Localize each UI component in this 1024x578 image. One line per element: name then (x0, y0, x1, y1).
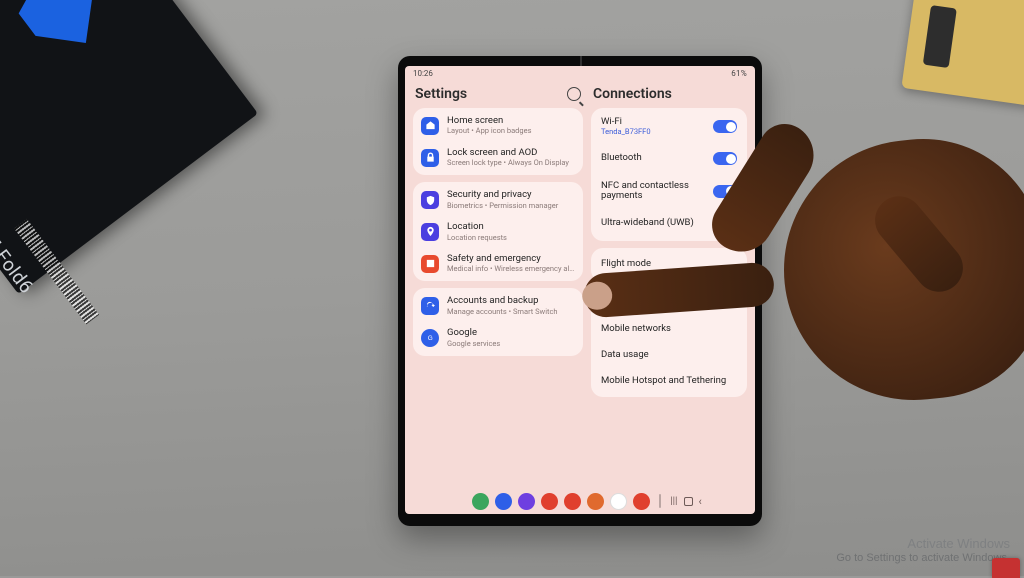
location-pin-icon (421, 223, 439, 241)
connections-list-group: SIM manager Mobile networks Data usage M… (591, 289, 747, 397)
connections-pane: Connections Wi-Fi Tenda_B73FF0 Bluetooth (587, 80, 755, 490)
connections-toggle-group: Wi-Fi Tenda_B73FF0 Bluetooth NFC and con… (591, 108, 747, 241)
dock: ||| ‹ (405, 490, 755, 514)
settings-item-home-screen[interactable]: Home screen Layout • App icon badges (413, 110, 583, 142)
search-icon[interactable] (567, 87, 581, 101)
connections-item-wifi[interactable]: Wi-Fi Tenda_B73FF0 (591, 110, 747, 144)
taskbar-tray-icon (992, 558, 1020, 578)
device-screen: 10:26 61% Settings Home screen Layout • (405, 66, 755, 514)
dock-app-6[interactable] (587, 493, 604, 510)
settings-group-1: Security and privacy Biometrics • Permis… (413, 182, 583, 281)
settings-item-lock-screen[interactable]: Lock screen and AOD Screen lock type • A… (413, 142, 583, 174)
connections-flight-group: Flight mode (591, 248, 747, 282)
dock-app-play[interactable] (610, 493, 627, 510)
wifi-toggle[interactable] (713, 120, 737, 133)
connections-title: Connections (593, 86, 672, 102)
settings-item-accounts[interactable]: Accounts and backup Manage accounts • Sm… (413, 290, 583, 322)
settings-item-location[interactable]: Location Location requests (413, 216, 583, 248)
svg-text:G: G (427, 335, 432, 342)
nav-recents-icon[interactable]: ||| (670, 496, 677, 507)
bluetooth-toggle[interactable] (713, 152, 737, 165)
foldable-device: 10:26 61% Settings Home screen Layout • (398, 56, 762, 526)
nfc-toggle[interactable] (713, 185, 737, 198)
connections-item-hotspot[interactable]: Mobile Hotspot and Tethering (591, 369, 747, 395)
settings-group-0: Home screen Layout • App icon badges Loc… (413, 108, 583, 175)
settings-pane: Settings Home screen Layout • App icon b… (405, 80, 587, 490)
dock-app-messages[interactable] (495, 493, 512, 510)
status-bar: 10:26 61% (405, 66, 755, 80)
connections-item-sim[interactable]: SIM manager (591, 291, 747, 317)
connections-item-data-usage[interactable]: Data usage (591, 343, 747, 369)
lock-icon (421, 149, 439, 167)
shield-badge-icon (6, 0, 118, 67)
connections-item-bluetooth[interactable]: Bluetooth (591, 144, 747, 174)
settings-item-safety[interactable]: Safety and emergency Medical info • Wire… (413, 248, 583, 280)
status-time: 10:26 (413, 69, 433, 78)
dock-app-phone[interactable] (472, 493, 489, 510)
settings-group-2: Accounts and backup Manage accounts • Sm… (413, 288, 583, 355)
status-indicators: 61% (731, 69, 747, 78)
connections-item-flight[interactable]: Flight mode (591, 250, 747, 280)
dock-app-5[interactable] (564, 493, 581, 510)
dock-app-8[interactable] (633, 493, 650, 510)
nav-back-icon[interactable]: ‹ (699, 495, 702, 508)
settings-title: Settings (415, 86, 467, 102)
connections-item-uwb[interactable]: Ultra-wideband (UWB) (591, 209, 747, 239)
google-icon: G (421, 329, 439, 347)
settings-item-google[interactable]: G Google Google services (413, 322, 583, 354)
settings-item-security[interactable]: Security and privacy Biometrics • Permis… (413, 184, 583, 216)
home-icon (421, 117, 439, 135)
connections-item-nfc[interactable]: NFC and contactless payments (591, 174, 747, 209)
sync-icon (421, 297, 439, 315)
nav-home-icon[interactable] (684, 497, 693, 506)
hinge-icon (923, 5, 957, 68)
dock-app-4[interactable] (541, 493, 558, 510)
uwb-toggle[interactable] (713, 217, 737, 230)
connections-item-mobile-networks[interactable]: Mobile networks (591, 317, 747, 343)
safety-icon (421, 255, 439, 273)
shield-icon (421, 191, 439, 209)
dock-app-3[interactable] (518, 493, 535, 510)
windows-activation-watermark: Activate Windows Go to Settings to activ… (836, 536, 1010, 566)
